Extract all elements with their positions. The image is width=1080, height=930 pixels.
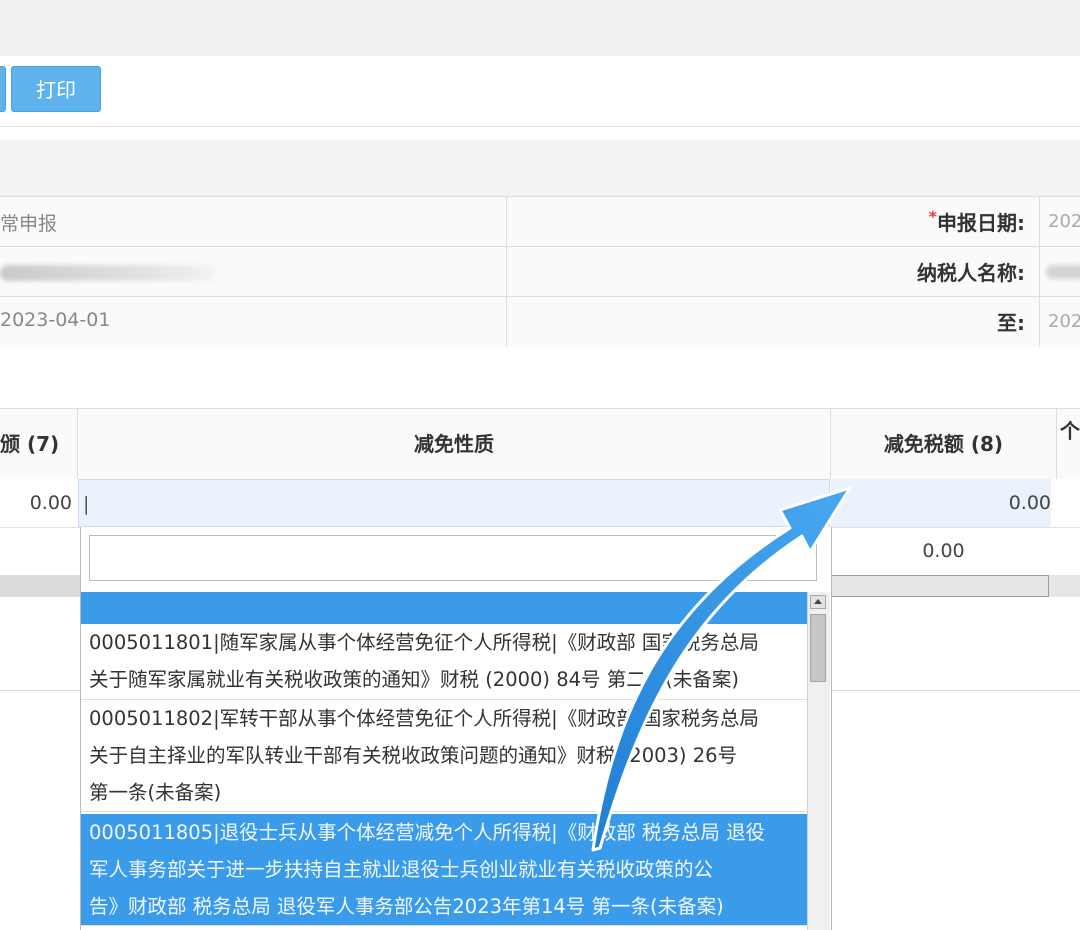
toolbar-button-partial[interactable] bbox=[0, 66, 6, 112]
column-header-amount-7: 颁 (7) bbox=[0, 409, 78, 479]
top-band bbox=[0, 0, 1080, 56]
period-end-value[interactable]: 202 bbox=[1048, 311, 1080, 332]
table-row: 0.00 | 0.00 bbox=[0, 479, 1080, 528]
column-header-reduction-amount-8: 减免税额 (8) bbox=[831, 409, 1057, 479]
period-start-value: 2023-04-01 bbox=[0, 309, 111, 331]
dropdown-option-list: 0005011801|随军家属从事个体经营免征个人所得税|《财政部 国家税务总局… bbox=[81, 592, 807, 930]
spacer bbox=[0, 347, 1080, 409]
print-button[interactable]: 打印 bbox=[11, 66, 101, 112]
dropdown-option[interactable]: 0005011802|军转干部从事个体经营免征个人所得税|《财政部 国家税务总局… bbox=[81, 700, 807, 812]
declaration-date-value[interactable]: 202 bbox=[1048, 211, 1080, 232]
divider bbox=[830, 690, 1080, 691]
dropdown-option-selected[interactable]: 0005011805|退役士兵从事个体经营减免个人所得税|《财政部 税务总局 退… bbox=[81, 814, 807, 926]
info-row-taxpayer-name: 纳税人名称: bbox=[0, 246, 1080, 297]
table-header: 颁 (7) 减免性质 减免税额 (8) 个 bbox=[0, 408, 1080, 480]
reduction-nature-select[interactable]: | bbox=[78, 479, 830, 527]
declaration-type-value: 常申报 bbox=[0, 213, 58, 235]
info-row-period-end: 2023-04-01 至: 202 bbox=[0, 296, 1080, 348]
dropdown-search-input[interactable] bbox=[89, 535, 817, 581]
dropdown-scrollbar[interactable] bbox=[807, 592, 830, 930]
reduction-amount-cell-row2[interactable]: 0.00 bbox=[831, 527, 1056, 575]
section-band bbox=[0, 140, 1080, 196]
horizontal-scrollbar[interactable] bbox=[831, 575, 1049, 597]
scroll-up-icon[interactable] bbox=[810, 595, 826, 609]
required-mark: * bbox=[928, 207, 937, 226]
horizontal-scroll-track bbox=[0, 575, 80, 597]
reduction-nature-dropdown: 0005011801|随军家属从事个体经营免征个人所得税|《财政部 国家税务总局… bbox=[80, 527, 832, 930]
dropdown-option-empty[interactable] bbox=[81, 592, 807, 624]
horizontal-scroll-track-end bbox=[1049, 575, 1080, 597]
toolbar: 打印 bbox=[0, 56, 1080, 127]
redacted-taxpayer-name bbox=[1046, 265, 1080, 279]
column-header-reduction-nature: 减免性质 bbox=[78, 409, 831, 479]
dropdown-option[interactable]: 0005011801|随军家属从事个体经营免征个人所得税|《财政部 国家税务总局… bbox=[81, 624, 807, 700]
declaration-date-label: *申报日期: bbox=[928, 207, 1025, 235]
amount-cell: 0.00 bbox=[29, 492, 72, 514]
info-row-declaration-date: 常申报 *申报日期: 202 bbox=[0, 196, 1080, 247]
divider bbox=[0, 690, 80, 691]
period-end-label: 至: bbox=[997, 311, 1025, 335]
redacted-value bbox=[0, 265, 215, 281]
scroll-thumb[interactable] bbox=[810, 614, 826, 682]
reduction-amount-cell[interactable]: 0.00 bbox=[831, 479, 1051, 527]
taxpayer-name-label: 纳税人名称: bbox=[917, 261, 1025, 285]
column-header-partial: 个 bbox=[1060, 419, 1080, 443]
